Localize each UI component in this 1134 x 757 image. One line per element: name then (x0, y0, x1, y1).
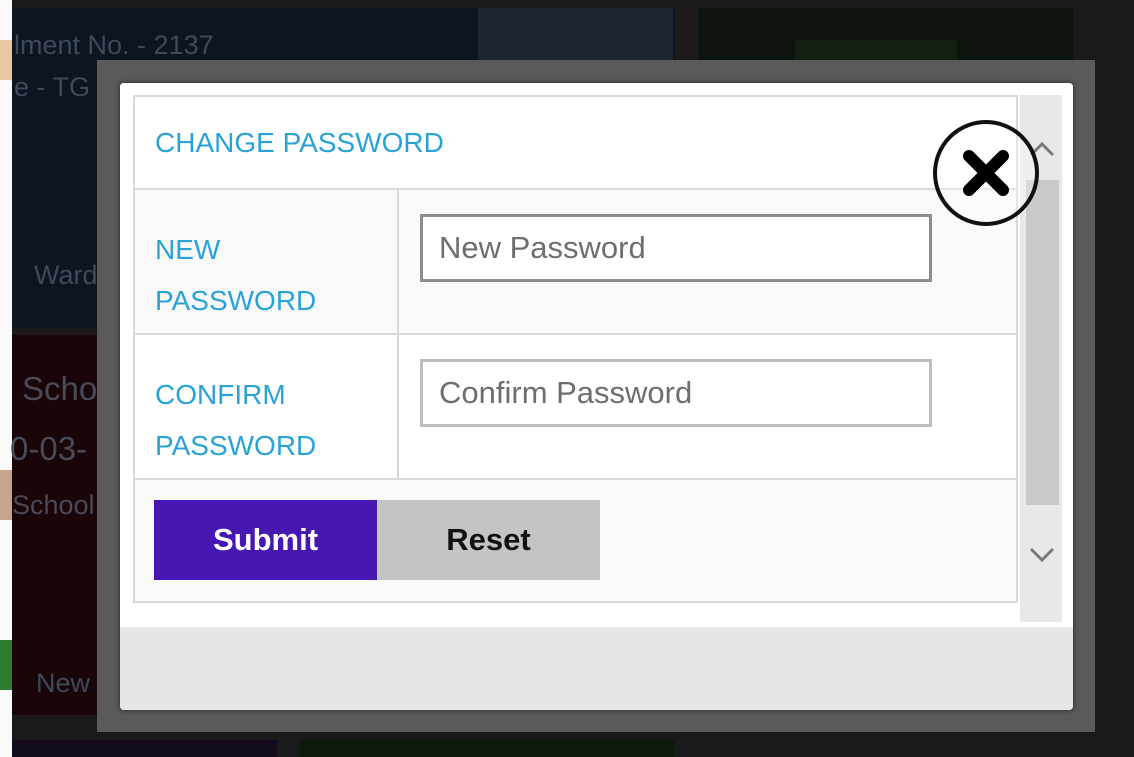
left-edge-accent-2 (0, 470, 12, 520)
news-text: New (36, 668, 91, 698)
confirm-password-label-line1: CONFIRM (155, 379, 286, 410)
new-password-label-cell: NEW PASSWORD (135, 190, 399, 333)
modal-footer (120, 627, 1073, 710)
left-edge-accent (0, 40, 12, 80)
ward-text: Ward (34, 260, 98, 290)
reset-button[interactable]: Reset (377, 500, 600, 580)
bottom-middle-panel (300, 740, 675, 757)
close-button[interactable] (933, 120, 1039, 226)
bottom-left-panel (12, 740, 277, 757)
confirm-password-label: CONFIRM PASSWORD (155, 369, 375, 471)
form-actions-row: Submit Reset (135, 480, 1016, 601)
grade-text: e - TG (14, 72, 91, 102)
new-password-label-line1: NEW (155, 234, 221, 265)
left-edge-accent-3 (0, 640, 12, 690)
new-password-label-line2: PASSWORD (155, 285, 317, 316)
new-password-row: NEW PASSWORD (135, 190, 1016, 335)
date-text: 0-03- (10, 430, 88, 467)
confirm-password-label-line2: PASSWORD (155, 430, 317, 461)
submit-button[interactable]: Submit (154, 500, 377, 580)
scrollbar-thumb[interactable] (1026, 180, 1059, 505)
change-password-form: CHANGE PASSWORD NEW PASSWORD CONFIRM PAS… (133, 95, 1018, 603)
school-text-2: School (12, 490, 95, 520)
profile-photo (478, 8, 673, 68)
modal-title: CHANGE PASSWORD (155, 127, 444, 158)
new-password-label: NEW PASSWORD (155, 224, 375, 326)
new-password-input[interactable] (420, 214, 932, 282)
confirm-password-row: CONFIRM PASSWORD (135, 335, 1016, 480)
close-x-icon (960, 147, 1012, 204)
confirm-password-input[interactable] (420, 359, 932, 427)
enrollment-number-text: lment No. - 2137 (14, 30, 214, 60)
school-text: Scho (22, 370, 98, 407)
form-title-row: CHANGE PASSWORD (135, 97, 1016, 190)
confirm-password-label-cell: CONFIRM PASSWORD (135, 335, 399, 478)
change-password-modal: CHANGE PASSWORD NEW PASSWORD CONFIRM PAS… (120, 83, 1073, 710)
modal-body: CHANGE PASSWORD NEW PASSWORD CONFIRM PAS… (120, 83, 1073, 627)
chevron-down-icon[interactable] (1029, 547, 1055, 568)
